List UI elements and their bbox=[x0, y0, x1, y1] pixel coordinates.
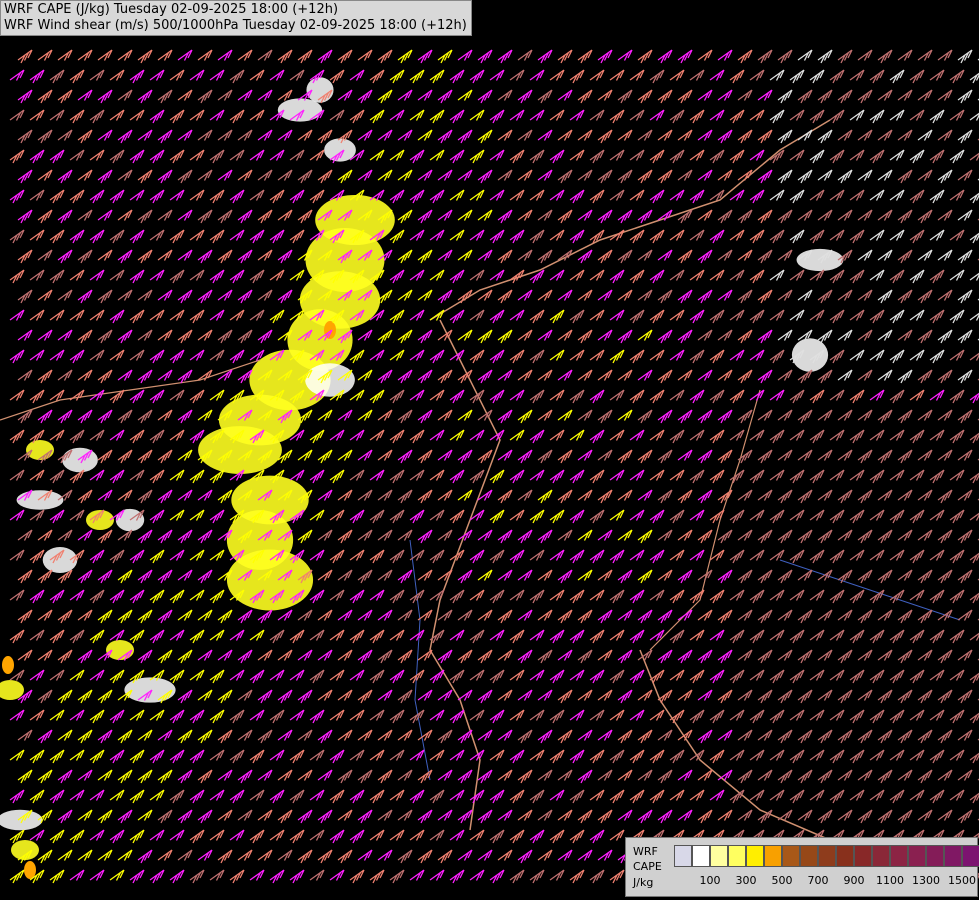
cape-area bbox=[26, 440, 54, 460]
cape-area bbox=[796, 248, 844, 272]
cape-title: WRF CAPE (J/kg) Tuesday 02-09-2025 18:00… bbox=[4, 2, 339, 17]
legend-tick-label: 700 bbox=[807, 874, 829, 887]
legend-color-scale bbox=[674, 845, 979, 867]
cape-area bbox=[106, 640, 134, 660]
legend-swatch bbox=[782, 845, 800, 867]
cape-area bbox=[124, 677, 176, 703]
legend-swatch bbox=[926, 845, 944, 867]
legend-tick-label: 100 bbox=[699, 874, 721, 887]
map-title-box: WRF CAPE (J/kg) Tuesday 02-09-2025 18:00… bbox=[0, 0, 472, 36]
legend-swatch bbox=[764, 845, 782, 867]
legend-swatch bbox=[674, 845, 692, 867]
legend-tick-label: 500 bbox=[771, 874, 793, 887]
legend-swatch bbox=[962, 845, 979, 867]
cape-area bbox=[324, 138, 356, 162]
legend-swatch bbox=[818, 845, 836, 867]
legend-swatch bbox=[854, 845, 872, 867]
cape-area bbox=[226, 549, 314, 611]
legend-swatch bbox=[800, 845, 818, 867]
legend-tick-label: 1100 bbox=[876, 874, 904, 887]
legend-swatch bbox=[908, 845, 926, 867]
legend-field-label: CAPE bbox=[633, 860, 662, 873]
cape-area bbox=[11, 840, 39, 860]
legend-swatch bbox=[872, 845, 890, 867]
legend-unit-label: J/kg bbox=[633, 876, 654, 889]
legend-swatch bbox=[710, 845, 728, 867]
legend-tick-label: 1300 bbox=[912, 874, 940, 887]
cape-area bbox=[62, 447, 98, 473]
wind-shear-title: WRF Wind shear (m/s) 500/1000hPa Tuesday… bbox=[4, 18, 467, 33]
cape-area bbox=[16, 490, 64, 510]
legend-model-label: WRF bbox=[633, 845, 658, 858]
cape-area bbox=[42, 546, 78, 574]
cape-area bbox=[2, 656, 14, 674]
legend-tick-label: 900 bbox=[843, 874, 865, 887]
legend-swatch bbox=[728, 845, 746, 867]
cape-area bbox=[277, 98, 323, 122]
legend-swatch bbox=[890, 845, 908, 867]
legend-swatch bbox=[692, 845, 710, 867]
legend-swatch bbox=[746, 845, 764, 867]
legend-swatch bbox=[944, 845, 962, 867]
cape-area bbox=[305, 363, 355, 397]
cape-area bbox=[324, 321, 336, 339]
legend-swatch bbox=[836, 845, 854, 867]
legend-tick-label: 1500 bbox=[948, 874, 976, 887]
cape-legend: WRF CAPE J/kg 100 300 500 700 900 1100 1300 150… bbox=[625, 837, 979, 897]
legend-tick-label: 300 bbox=[735, 874, 757, 887]
wind-shear-cape-map bbox=[0, 0, 979, 900]
